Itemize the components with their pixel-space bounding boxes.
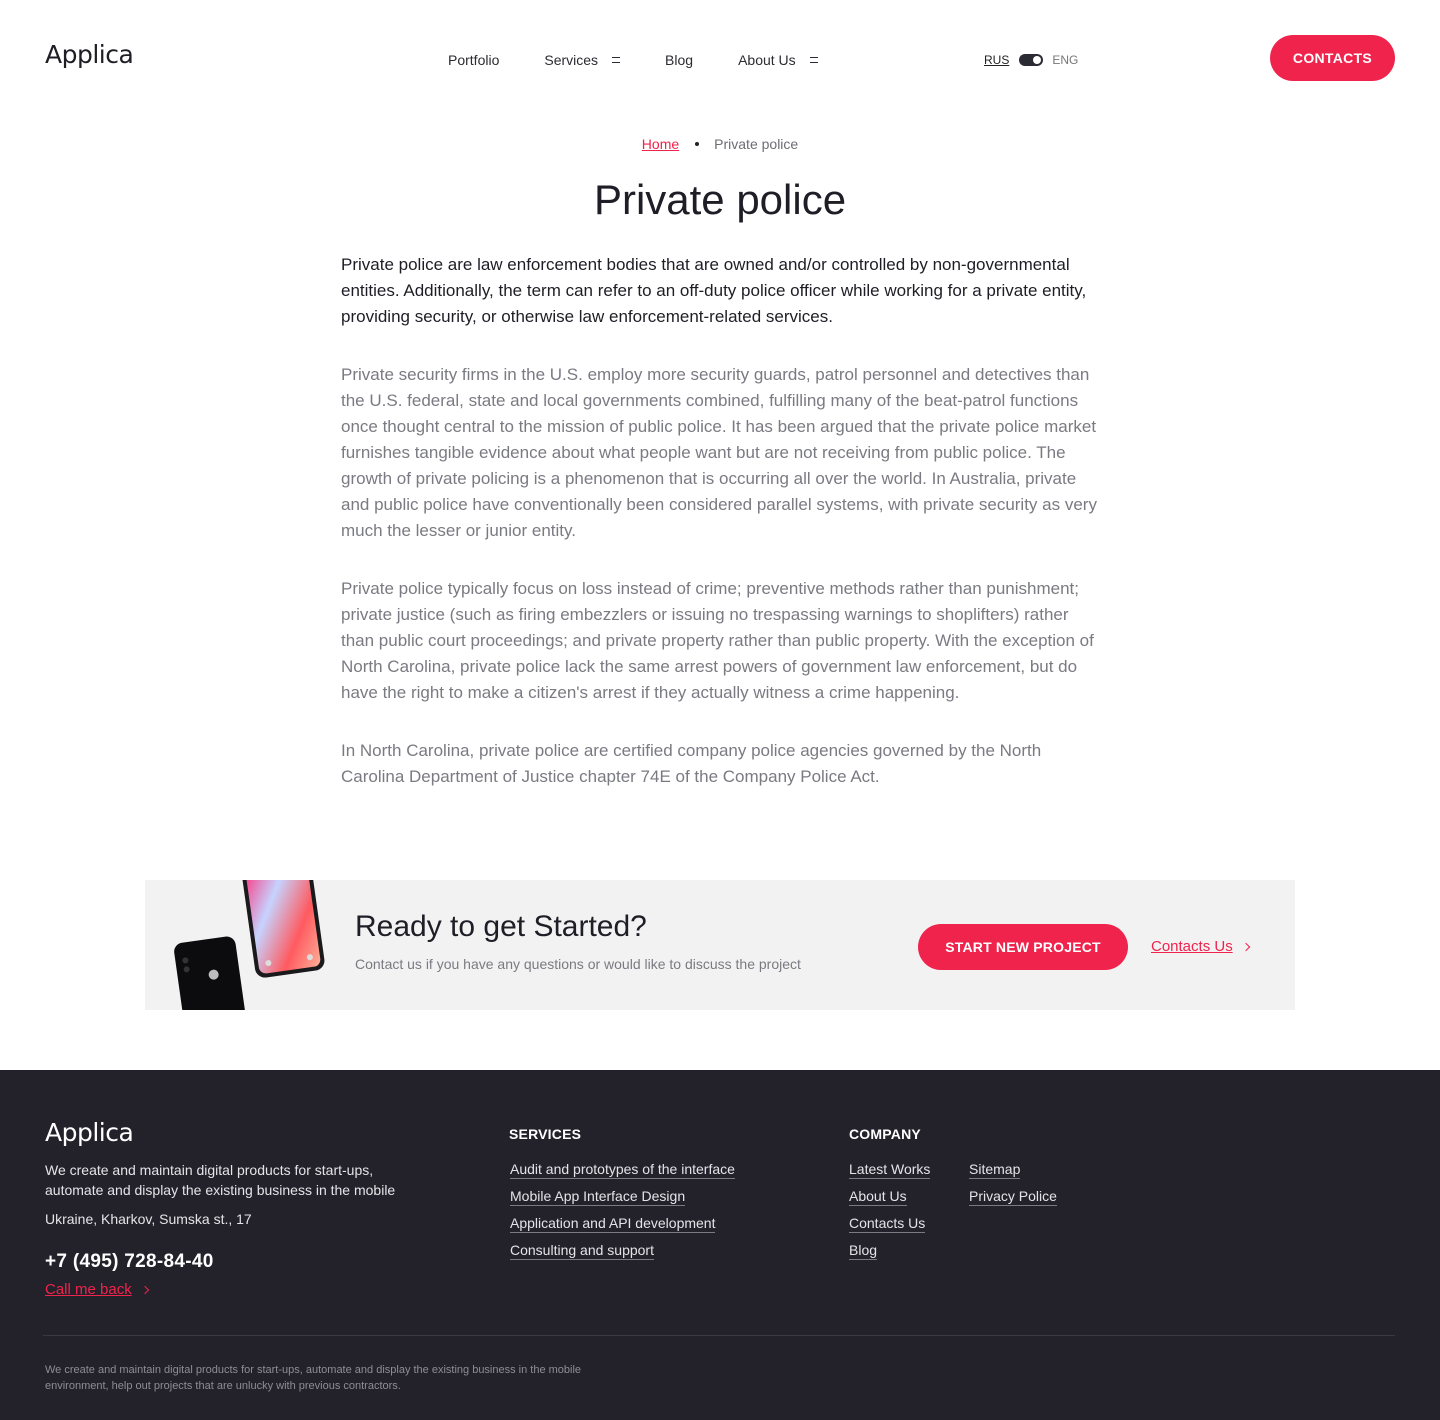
list-item: Sitemap	[969, 1161, 1057, 1188]
article-paragraph: Private police typically focus on loss i…	[341, 579, 1094, 702]
footer-company-link[interactable]: Privacy Police	[969, 1188, 1057, 1206]
footer-company-link[interactable]: Contacts Us	[849, 1215, 926, 1233]
nav-item-label: Services	[544, 52, 599, 68]
article-content: Private police are law enforcement bodie…	[341, 252, 1101, 790]
start-new-project-button[interactable]: START NEW PROJECT	[918, 924, 1128, 970]
chevron-right-icon	[140, 1285, 149, 1294]
lang-eng-option[interactable]: ENG	[1052, 53, 1078, 67]
breadcrumb-current: Private police	[714, 136, 799, 152]
nav-item-about-us[interactable]: About Us	[738, 52, 818, 68]
nav-item-blog[interactable]: Blog	[665, 52, 693, 68]
footer-service-link[interactable]: Consulting and support	[510, 1242, 654, 1260]
main-nav: Portfolio Services Blog About Us	[448, 52, 863, 68]
site-footer: Applica We create and maintain digital p…	[0, 1070, 1440, 1420]
list-item: Latest Works	[849, 1161, 931, 1188]
cta-title: Ready to get Started?	[355, 910, 647, 943]
page-title: Private police	[593, 176, 847, 223]
footer-services-list: Audit and prototypes of the interface Mo…	[510, 1161, 735, 1269]
list-item: Blog	[849, 1242, 930, 1269]
nav-item-portfolio[interactable]: Portfolio	[448, 52, 499, 68]
article-paragraph: Private security firms in the U.S. emplo…	[341, 365, 1097, 540]
call-me-back-label: Call me back	[45, 1281, 132, 1298]
footer-company-link[interactable]: Latest Works	[849, 1161, 931, 1179]
footer-services-title: SERVICES	[509, 1126, 582, 1142]
language-switcher: RUS ENG	[984, 53, 1078, 67]
footer-company-list: Latest Works About Us Contacts Us Blog	[849, 1161, 931, 1269]
nav-item-label: Portfolio	[448, 52, 500, 68]
breadcrumb: Home Private police	[0, 136, 1440, 152]
footer-company-title: COMPANY	[849, 1126, 921, 1142]
footer-about-text: We create and maintain digital products …	[45, 1162, 396, 1198]
call-me-back-link[interactable]: Call me back	[45, 1281, 149, 1298]
footer-company-list-2: Sitemap Privacy Police	[969, 1161, 1057, 1215]
phone-back-icon	[174, 936, 246, 1010]
applica-logo[interactable]: Applica	[45, 40, 134, 69]
menu-icon	[809, 57, 818, 63]
site-header: Applica Portfolio Services Blog About Us…	[0, 0, 1440, 116]
list-item: Audit and prototypes of the interface	[510, 1161, 735, 1188]
footer-service-link[interactable]: Audit and prototypes of the interface	[510, 1161, 735, 1179]
list-item: Application and API development	[510, 1215, 735, 1242]
footer-divider	[43, 1335, 1395, 1336]
footer-company-link[interactable]: About Us	[849, 1188, 907, 1206]
phones-image	[174, 880, 325, 1010]
nav-item-label: About Us	[738, 52, 796, 68]
menu-icon	[612, 57, 621, 63]
footer-service-link[interactable]: Mobile App Interface Design	[510, 1188, 686, 1206]
contacts-us-link[interactable]: Contacts Us	[1151, 938, 1250, 955]
footer-company-link[interactable]: Sitemap	[969, 1161, 1021, 1179]
list-item: About Us	[849, 1188, 930, 1215]
footer-service-link[interactable]: Application and API development	[510, 1215, 716, 1233]
list-item: Consulting and support	[510, 1242, 735, 1269]
lang-rus-option[interactable]: RUS	[984, 53, 1009, 67]
footer-bottom-text: We create and maintain digital products …	[45, 1364, 582, 1392]
breadcrumb-home-link[interactable]: Home	[642, 136, 679, 152]
footer-phone[interactable]: +7 (495) 728-84-40	[45, 1251, 214, 1273]
language-toggle[interactable]	[1019, 54, 1044, 66]
article-lead: Private police are law enforcement bodie…	[341, 255, 1087, 326]
phone-front-icon	[241, 880, 325, 978]
list-item: Privacy Police	[969, 1188, 1057, 1215]
list-item: Contacts Us	[849, 1215, 930, 1242]
footer-address: Ukraine, Kharkov, Sumska st., 17	[45, 1211, 252, 1227]
nav-item-label: Blog	[665, 52, 694, 68]
cta-subtitle: Contact us if you have any questions or …	[355, 956, 801, 972]
footer-logo[interactable]: Applica	[45, 1118, 134, 1147]
list-item: Mobile App Interface Design	[510, 1188, 735, 1215]
footer-company-link[interactable]: Blog	[849, 1242, 878, 1260]
chevron-right-icon	[1241, 942, 1250, 951]
breadcrumb-separator	[695, 142, 700, 146]
nav-item-services[interactable]: Services	[544, 52, 621, 68]
article-paragraph: In North Carolina, private police are ce…	[341, 741, 1042, 786]
contacts-button[interactable]: CONTACTS	[1270, 35, 1395, 81]
contacts-us-label: Contacts Us	[1151, 938, 1233, 955]
